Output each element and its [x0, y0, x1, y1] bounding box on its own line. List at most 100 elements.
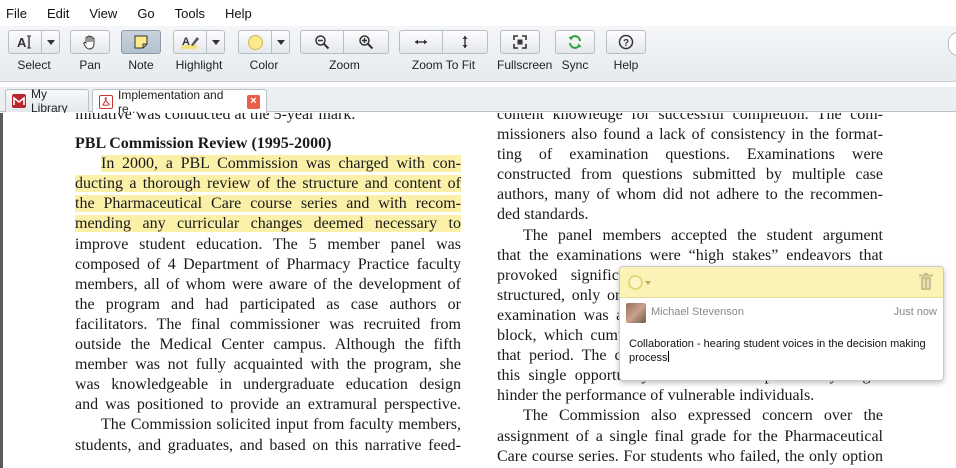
text-line: that the examinations were “high stakes”…	[497, 246, 883, 264]
fit-height-icon	[462, 36, 468, 48]
note-popup[interactable]: Michael Stevenson Just now Collaboration…	[619, 266, 944, 381]
zoom-out-icon	[315, 35, 330, 50]
color-button[interactable]	[238, 30, 272, 54]
chevron-down-icon	[276, 39, 285, 45]
menu-tools[interactable]: Tools	[175, 6, 205, 21]
text-line: mending any curricular changes deemed ne…	[75, 214, 461, 234]
note-header	[620, 267, 943, 298]
chevron-down-icon[interactable]	[645, 281, 651, 285]
search-field-edge[interactable]	[948, 32, 956, 56]
text-line: ducting a thorough review of the structu…	[75, 174, 461, 194]
menu-edit[interactable]: Edit	[47, 6, 69, 21]
menu-file[interactable]: File	[6, 6, 27, 21]
note-color-picker-icon[interactable]	[628, 275, 643, 290]
text-line: missioners also found a lack of consiste…	[497, 126, 883, 144]
left-column: initiative was conducted at the 5-year m…	[75, 113, 461, 456]
pan-tool-group: Pan	[70, 30, 110, 72]
menu-help[interactable]: Help	[225, 6, 252, 21]
toolbar: A Select Pan Note A Highlight Color Zoom…	[0, 26, 956, 82]
menu-view[interactable]: View	[89, 6, 117, 21]
select-label: Select	[17, 58, 51, 72]
text-line: and was positioned to provide an extramu…	[75, 396, 461, 414]
note-button[interactable]	[121, 30, 161, 54]
tab-bar: My Library Implementation and re... ×	[0, 87, 956, 116]
sync-button[interactable]	[555, 30, 595, 54]
zoom-out-button[interactable]	[300, 30, 344, 54]
help-icon: ?	[618, 34, 634, 50]
text-line: ded standards.	[497, 206, 589, 224]
text-line: was knowledgeable in undergraduate educa…	[75, 376, 461, 394]
select-tool-group: A Select	[8, 30, 60, 72]
tab-my-library[interactable]: My Library	[5, 87, 89, 115]
text-line: The Commission solicited input from facu…	[101, 416, 461, 434]
text-line: authors, many of whom did not adhere to …	[497, 186, 883, 204]
library-icon	[12, 94, 26, 108]
fullscreen-icon	[513, 35, 527, 49]
zoom-to-fit-tool-group: Zoom To Fit	[399, 30, 488, 72]
text-line: the Pharmaceutical Care course series an…	[75, 194, 461, 214]
pan-button[interactable]	[70, 30, 110, 54]
text-line: The panel members accepted the student a…	[523, 226, 883, 244]
color-dropdown-button[interactable]	[272, 30, 290, 54]
help-tool-group: ? Help	[606, 30, 646, 72]
text-select-icon: A	[17, 35, 31, 50]
highlight-tool-group: A Highlight	[173, 30, 225, 72]
tab-document[interactable]: Implementation and re... ×	[92, 87, 267, 116]
text-line: outside the Medical Center campus. Altho…	[75, 336, 461, 354]
color-swatch-icon	[247, 34, 263, 50]
text-line: facilitators. The final commissioner was…	[75, 315, 461, 333]
fullscreen-tool-group: Fullscreen	[497, 30, 553, 72]
hand-icon	[83, 35, 95, 50]
text-line: constructed from questions submitted by …	[497, 166, 883, 184]
text-line: assignment of a single final grade for t…	[497, 427, 883, 445]
select-button[interactable]: A	[8, 30, 42, 54]
note-text-field[interactable]: Collaboration - hearing student voices i…	[629, 337, 934, 365]
text-line: the program and had participated as case…	[75, 295, 461, 313]
color-label: Color	[249, 58, 279, 72]
trash-icon[interactable]	[919, 273, 933, 291]
note-tool-group: Note	[121, 30, 161, 72]
zoom-in-icon	[359, 35, 374, 50]
highlight-dropdown-button[interactable]	[207, 30, 225, 54]
text-line: member was not fully acquainted with the…	[75, 356, 461, 374]
svg-text:?: ?	[623, 38, 629, 49]
sync-tool-group: Sync	[555, 30, 595, 72]
text-line: initiative was conducted at the 5-year m…	[75, 113, 356, 123]
note-meta: Michael Stevenson Just now	[620, 298, 943, 328]
fit-width-icon	[415, 39, 427, 45]
highlight-button[interactable]: A	[173, 30, 207, 54]
avatar	[626, 303, 646, 323]
highlighter-icon: A	[181, 36, 199, 49]
help-label: Help	[613, 58, 639, 72]
pdf-icon	[99, 94, 113, 109]
chevron-down-icon	[211, 39, 220, 45]
text-line: Care course series. For students who fai…	[497, 447, 883, 465]
text-line: composed of 4 Department of Pharmacy Pra…	[75, 255, 461, 273]
help-button[interactable]: ?	[606, 30, 646, 54]
close-icon[interactable]: ×	[246, 94, 260, 109]
sync-label: Sync	[561, 58, 589, 72]
highlight: ducting a thorough review of the structu…	[75, 175, 461, 193]
highlight: mending any curricular changes deemed ne…	[75, 215, 461, 233]
fit-width-button[interactable]	[399, 30, 443, 54]
highlight: the Pharmaceutical Care course series an…	[75, 195, 461, 213]
zoom-in-button[interactable]	[344, 30, 389, 54]
select-dropdown-button[interactable]	[42, 30, 60, 54]
text-line: ting of examination questions. Examinati…	[497, 146, 883, 164]
text-line: improve student education. The 5 member …	[75, 235, 461, 253]
highlight: In 2000, a PBL Commission was charged wi…	[101, 155, 461, 173]
sync-icon	[568, 35, 582, 49]
tab-my-library-label: My Library	[31, 87, 68, 115]
fullscreen-label: Fullscreen	[497, 58, 553, 72]
text-line: content knowledge for successful complet…	[497, 113, 883, 123]
color-tool-group: Color	[238, 30, 290, 72]
menu-bar: File Edit View Go Tools Help	[0, 0, 956, 26]
menu-go[interactable]: Go	[137, 6, 154, 21]
note-label: Note	[128, 58, 154, 72]
tab-document-label: Implementation and re...	[118, 87, 224, 116]
zoom-tool-group: Zoom	[300, 30, 389, 72]
fit-height-button[interactable]	[443, 30, 488, 54]
fullscreen-button[interactable]	[500, 30, 540, 54]
text-line: The Commission also expressed concern ov…	[523, 407, 883, 425]
zoom-to-fit-label: Zoom To Fit	[411, 58, 476, 72]
